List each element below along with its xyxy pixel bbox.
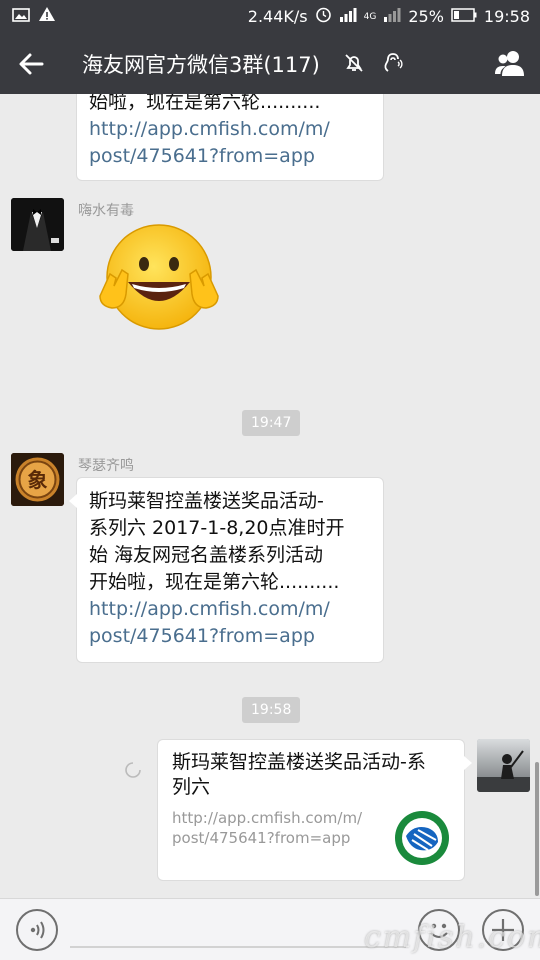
message-text-line: 始啦，现在是第六轮..........	[89, 94, 321, 113]
earpiece-icon	[381, 52, 403, 74]
link-card-bubble[interactable]: 斯玛莱智控盖楼送奖品活动-系 列六 http://app.cmfish.com/…	[157, 739, 472, 881]
warning-icon	[38, 6, 56, 26]
message-link[interactable]: http://app.cmfish.com/m/	[89, 596, 371, 623]
message-text-line: 始 海友网冠名盖楼系列活动	[89, 544, 324, 566]
link-card-desc-line: post/475641?from=app	[172, 829, 351, 847]
message-link[interactable]: http://app.cmfish.com/m/	[89, 116, 371, 143]
network-type: 4G	[363, 11, 377, 22]
alarm-icon	[315, 6, 332, 27]
link-card-desc: http://app.cmfish.com/m/ post/475641?fro…	[172, 808, 382, 848]
mute-bell-icon	[343, 52, 365, 74]
emoji-sticker[interactable]	[92, 224, 226, 334]
sending-spinner	[124, 761, 142, 779]
timestamp: 19:47	[242, 410, 301, 436]
battery-percent: 25%	[408, 7, 444, 26]
message-text-line: 系列六 2017-1-8,20点准时开	[89, 517, 345, 539]
battery-icon	[451, 7, 477, 26]
gallery-icon	[12, 7, 30, 26]
link-card-desc-line: http://app.cmfish.com/m/	[172, 809, 363, 827]
chat-header: 海友网官方微信3群(117)	[0, 32, 540, 94]
link-card-title-line: 斯玛莱智控盖楼送奖品活动-系	[172, 751, 426, 773]
message-link[interactable]: post/475641?from=app	[89, 623, 371, 650]
link-card-title-line: 列六	[172, 776, 211, 798]
signal-icon-2	[383, 7, 401, 26]
svg-text:象: 象	[28, 468, 48, 492]
tuxedo-avatar-icon	[11, 198, 64, 251]
message-bubble[interactable]: 斯玛莱智控盖楼送奖品活动- 系列六 2017-1-8,20点准时开 始 海友网冠…	[69, 477, 384, 663]
timestamp: 19:58	[242, 697, 301, 723]
signal-icon	[339, 7, 357, 26]
chat-area[interactable]: 始啦，现在是第六轮.......... http://app.cmfish.co…	[0, 94, 540, 898]
group-members-button[interactable]	[492, 46, 528, 82]
voice-wave-icon	[30, 921, 45, 939]
my-avatar[interactable]	[477, 739, 530, 792]
back-arrow-icon	[19, 53, 44, 75]
site-logo-icon	[395, 811, 449, 865]
sender-name: 嗨水有毒	[78, 203, 134, 219]
message-text-line: 开始啦，现在是第六轮..........	[89, 571, 340, 593]
status-bar: 2.44K/s 4G 25% 19:58	[0, 0, 540, 32]
net-speed: 2.44K/s	[247, 7, 308, 26]
message-input[interactable]	[70, 946, 406, 948]
sender-name: 琴瑟齐鸣	[78, 458, 134, 474]
watermark: cmfish.com	[364, 920, 540, 955]
message-link[interactable]: post/475641?from=app	[89, 143, 371, 170]
back-button[interactable]	[14, 46, 50, 82]
group-icon	[495, 51, 524, 76]
chat-title: 海友网官方微信3群(117)	[82, 53, 320, 77]
message-bubble[interactable]: 始啦，现在是第六轮.......... http://app.cmfish.co…	[76, 94, 384, 181]
clock: 19:58	[483, 7, 530, 26]
chess-piece-avatar-icon: 象	[11, 453, 64, 506]
scrollbar-thumb[interactable]	[535, 762, 539, 896]
link-card-thumbnail	[394, 810, 450, 866]
loading-spinner-icon	[125, 762, 141, 778]
message-text-line: 斯玛莱智控盖楼送奖品活动-	[89, 490, 324, 512]
link-card-title: 斯玛莱智控盖楼送奖品活动-系 列六	[172, 750, 450, 800]
avatar[interactable]	[11, 198, 64, 251]
silhouette-avatar-icon	[477, 739, 530, 792]
laughing-emoji-icon	[99, 224, 219, 330]
avatar[interactable]: 象	[11, 453, 64, 506]
voice-input-button[interactable]	[16, 909, 58, 951]
